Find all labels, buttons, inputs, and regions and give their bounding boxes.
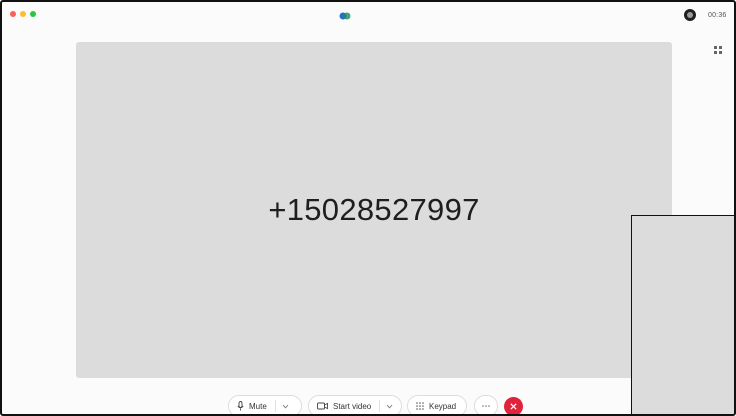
keypad-button[interactable]: Keypad	[407, 395, 467, 414]
microphone-icon	[237, 401, 244, 411]
minimize-window-button[interactable]	[20, 11, 26, 17]
chevron-down-icon[interactable]	[276, 404, 295, 409]
keypad-content: Keypad	[408, 396, 464, 414]
camera-icon	[317, 402, 328, 410]
mute-button[interactable]: Mute	[229, 396, 275, 414]
remote-video-area: +15028527997	[76, 42, 672, 378]
keypad-label: Keypad	[429, 401, 457, 411]
mute-label: Mute	[249, 401, 267, 411]
zoom-window-button[interactable]	[30, 11, 36, 17]
start-video-button[interactable]: Start video	[309, 396, 379, 414]
mute-control: Mute	[228, 395, 302, 414]
traffic-lights	[10, 11, 36, 17]
start-video-label: Start video	[333, 401, 372, 411]
end-call-button[interactable]	[504, 397, 523, 414]
close-window-button[interactable]	[10, 11, 16, 17]
grid-layout-icon	[714, 46, 722, 54]
title-bar: 00:36	[2, 2, 734, 36]
webex-logo-icon	[339, 12, 351, 20]
keypad-icon	[416, 402, 424, 410]
start-video-control: Start video	[308, 395, 402, 414]
caller-number: +15028527997	[268, 192, 480, 227]
self-view-preview[interactable]	[631, 215, 734, 414]
call-controls: Mute Start video Keypad	[2, 395, 734, 414]
layout-button[interactable]	[711, 43, 725, 57]
connection-status-icon[interactable]	[684, 9, 696, 21]
call-timer: 00:36	[708, 12, 727, 19]
end-call-icon	[510, 403, 517, 410]
more-options-icon	[482, 405, 490, 407]
call-window: 00:36 +15028527997 Mute Start video Keyp…	[0, 0, 736, 416]
chevron-down-icon[interactable]	[380, 404, 399, 409]
more-options-button[interactable]	[474, 395, 498, 414]
